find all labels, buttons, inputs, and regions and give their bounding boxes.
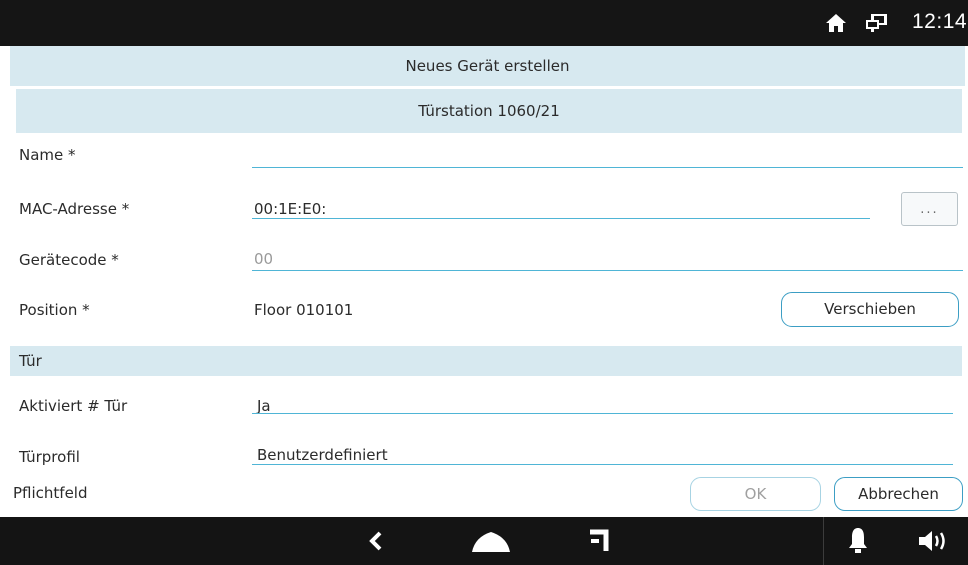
device-code-label: Gerätecode * bbox=[19, 251, 119, 269]
device-code-underline bbox=[252, 270, 963, 271]
door-section-title: Tür bbox=[19, 352, 42, 370]
network-icon bbox=[865, 13, 889, 37]
name-label: Name * bbox=[19, 146, 76, 164]
cancel-button[interactable]: Abbrechen bbox=[834, 477, 963, 511]
dialog-title-bar: Neues Gerät erstellen bbox=[10, 46, 965, 86]
clock: 12:14 bbox=[912, 10, 968, 33]
device-code-input[interactable]: 00 bbox=[254, 250, 273, 268]
door-profile-underline bbox=[252, 464, 953, 465]
mac-input[interactable]: 00:1E:E0: bbox=[254, 200, 326, 218]
door-section-header: Tür bbox=[10, 346, 962, 376]
home-status-icon bbox=[825, 13, 847, 37]
door-profile-select[interactable]: Benutzerdefiniert bbox=[257, 446, 388, 464]
dialog-title: Neues Gerät erstellen bbox=[405, 57, 570, 75]
position-label: Position * bbox=[19, 301, 90, 319]
home-icon[interactable] bbox=[471, 531, 511, 557]
ok-button[interactable]: OK bbox=[690, 477, 821, 511]
bell-icon[interactable] bbox=[847, 526, 869, 558]
mac-field-underline bbox=[252, 218, 870, 219]
navigation-bar bbox=[0, 517, 968, 565]
name-field-underline bbox=[252, 167, 963, 168]
nav-divider bbox=[823, 517, 824, 565]
back-icon[interactable] bbox=[368, 531, 384, 555]
door-activated-underline bbox=[252, 413, 953, 414]
device-type: Türstation 1060/21 bbox=[418, 102, 560, 120]
status-bar: 12:14 bbox=[0, 0, 968, 46]
position-value: Floor 010101 bbox=[254, 301, 354, 319]
mac-label: MAC-Adresse * bbox=[19, 200, 130, 218]
mac-browse-button[interactable]: ... bbox=[901, 192, 958, 226]
door-profile-label: Türprofil bbox=[19, 448, 80, 466]
move-button[interactable]: Verschieben bbox=[781, 292, 959, 327]
recent-apps-icon[interactable] bbox=[588, 528, 610, 556]
speaker-icon[interactable] bbox=[917, 529, 953, 557]
device-type-bar: Türstation 1060/21 bbox=[16, 89, 962, 133]
required-note: Pflichtfeld bbox=[13, 484, 88, 502]
door-activated-label: Aktiviert # Tür bbox=[19, 397, 128, 415]
